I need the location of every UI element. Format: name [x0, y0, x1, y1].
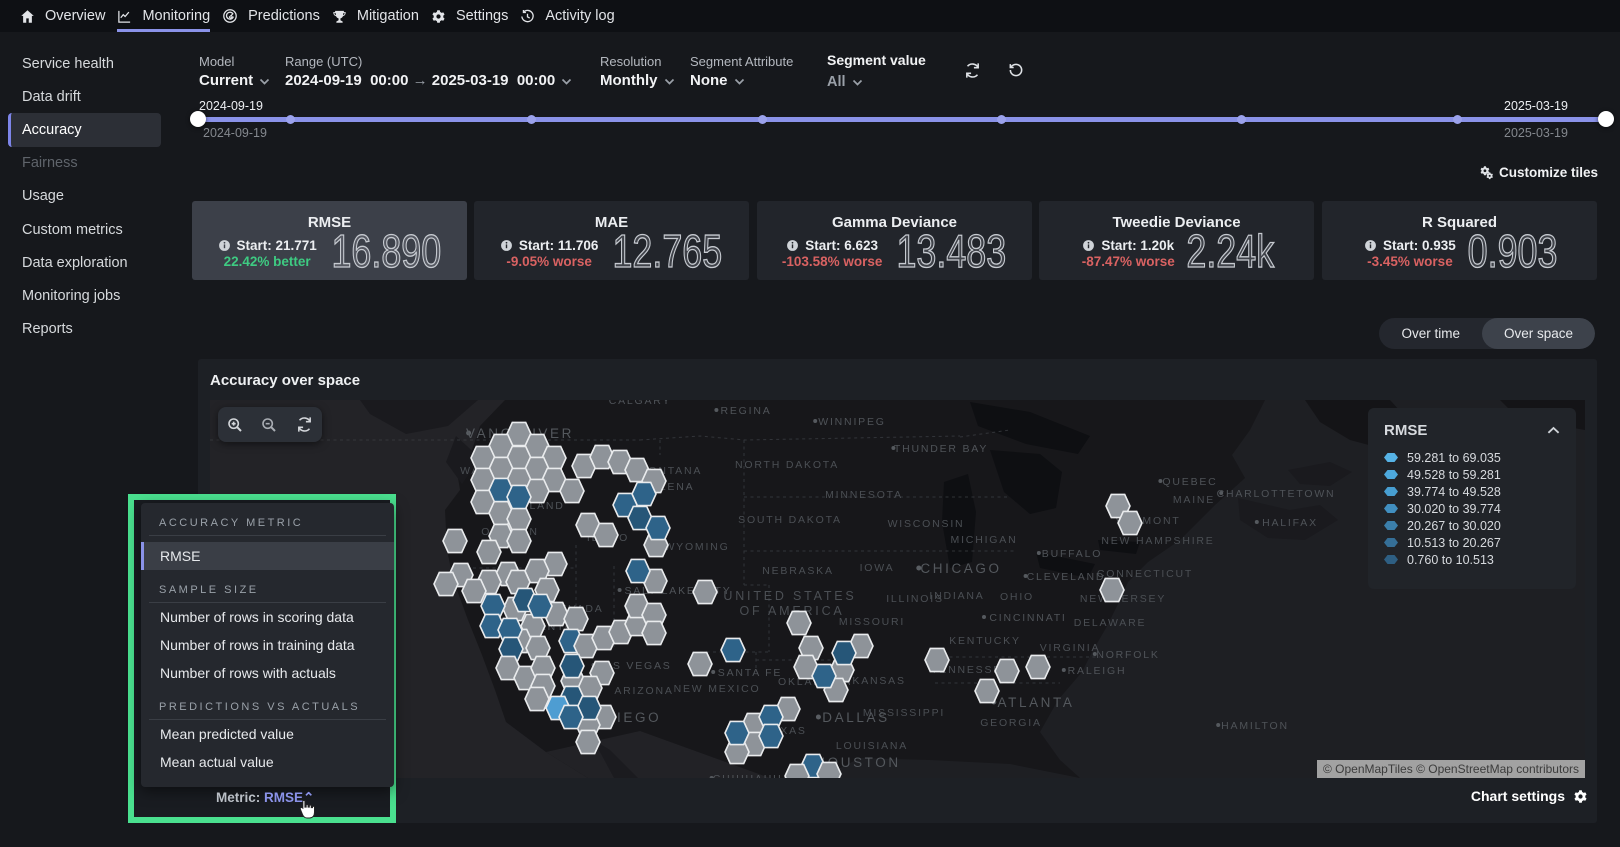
svg-text:CLEVELAND: CLEVELAND: [1027, 571, 1106, 583]
svg-text:CHARLOTTETOWN: CHARLOTTETOWN: [1217, 488, 1336, 500]
svg-text:SOUTH DAKOTA: SOUTH DAKOTA: [738, 514, 842, 526]
svg-text:REGINA: REGINA: [720, 405, 771, 417]
svg-text:WYOMING: WYOMING: [664, 541, 729, 553]
svg-text:NEW MEXICO: NEW MEXICO: [674, 683, 761, 695]
svg-text:MICHIGAN: MICHIGAN: [951, 534, 1018, 546]
svg-text:GEORGIA: GEORGIA: [980, 717, 1042, 729]
svg-text:NEW JERSEY: NEW JERSEY: [1080, 593, 1166, 605]
svg-text:DALLAS: DALLAS: [822, 710, 889, 725]
svg-text:IOWA: IOWA: [860, 562, 895, 574]
svg-text:LOUISIANA: LOUISIANA: [836, 740, 908, 752]
svg-text:UNITED STATES: UNITED STATES: [723, 589, 856, 603]
svg-text:WISCONSIN: WISCONSIN: [888, 518, 965, 530]
svg-text:MINNESOTA: MINNESOTA: [825, 489, 903, 501]
svg-text:CALGARY: CALGARY: [609, 400, 672, 407]
svg-text:CHICAGO: CHICAGO: [920, 561, 1001, 576]
svg-text:CHIHUAHUA: CHIHUAHUA: [713, 773, 792, 778]
svg-text:ARIZONA: ARIZONA: [614, 685, 673, 697]
svg-text:SANTA FE: SANTA FE: [718, 667, 782, 679]
svg-text:MAINE: MAINE: [1173, 494, 1215, 506]
svg-text:KENTUCKY: KENTUCKY: [949, 635, 1021, 647]
svg-text:OHIO: OHIO: [1000, 591, 1034, 603]
svg-text:ATLANTA: ATLANTA: [998, 695, 1075, 710]
svg-text:RALEIGH: RALEIGH: [1068, 665, 1127, 677]
svg-text:DELAWARE: DELAWARE: [1074, 617, 1147, 629]
svg-text:NEW HAMPSHIRE: NEW HAMPSHIRE: [1101, 535, 1214, 547]
svg-text:MISSOURI: MISSOURI: [839, 616, 905, 628]
svg-text:QUEBEC: QUEBEC: [1162, 476, 1217, 488]
svg-text:THUNDER BAY: THUNDER BAY: [894, 443, 988, 455]
svg-text:HALIFAX: HALIFAX: [1262, 517, 1318, 529]
svg-text:NEBRASKA: NEBRASKA: [762, 565, 834, 577]
svg-text:NORTH DAKOTA: NORTH DAKOTA: [735, 459, 839, 471]
svg-text:INDIANA: INDIANA: [929, 590, 984, 602]
svg-text:NORFOLK: NORFOLK: [1096, 649, 1159, 661]
svg-text:WINNIPEG: WINNIPEG: [818, 416, 885, 428]
svg-text:HAMILTON: HAMILTON: [1221, 720, 1289, 732]
svg-text:VIRGINIA: VIRGINIA: [1040, 642, 1101, 654]
svg-text:CINCINNATI: CINCINNATI: [989, 612, 1066, 624]
svg-text:BUFFALO: BUFFALO: [1042, 548, 1102, 560]
